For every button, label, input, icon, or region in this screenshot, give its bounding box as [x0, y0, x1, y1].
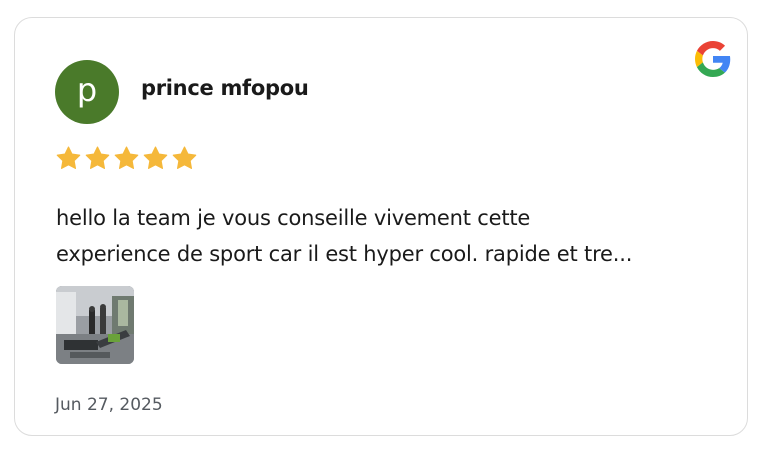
star-icon — [56, 146, 81, 169]
review-text-line: hello la team je vous conseille vivement… — [56, 206, 531, 230]
star-icon — [143, 146, 168, 169]
star-rating — [55, 145, 198, 172]
review-photo-thumbnail[interactable] — [56, 286, 134, 364]
avatar: p — [55, 60, 119, 124]
author-name: prince mfopou — [141, 76, 309, 100]
star-icon — [172, 146, 197, 169]
star-icon — [85, 146, 110, 169]
review-text-line: experience de sport car il est hyper coo… — [56, 242, 633, 266]
review-text: hello la team je vous conseille vivement… — [56, 200, 716, 272]
review-date: Jun 27, 2025 — [55, 395, 163, 415]
star-icon — [114, 146, 139, 169]
review-card: p prince mfopou hello la team je vous co… — [14, 17, 748, 436]
google-icon — [695, 41, 731, 77]
photo-image — [56, 286, 134, 364]
